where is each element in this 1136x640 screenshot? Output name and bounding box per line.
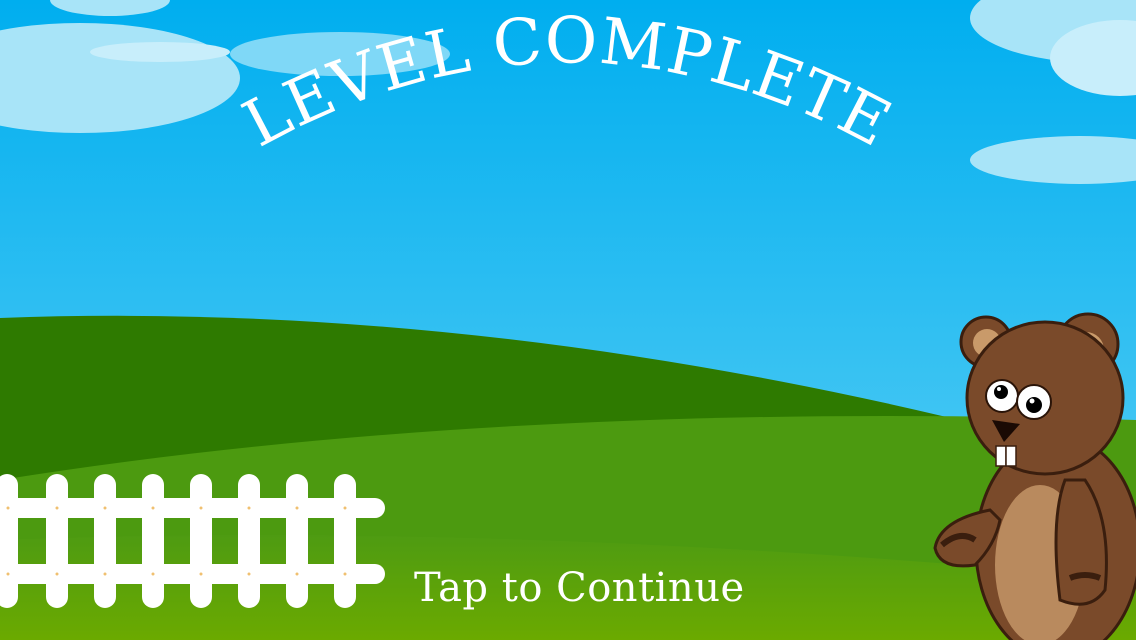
svg-text:LEVEL COMPLETE: LEVEL COMPLETE (232, 4, 903, 162)
title-banner: LEVEL COMPLETE (232, 4, 903, 162)
tap-to-continue-button[interactable]: Tap to Continue (414, 565, 745, 611)
game-scene[interactable]: LEVEL COMPLETE Tap to Continue (0, 0, 1136, 640)
level-complete-title: LEVEL COMPLETE (232, 4, 902, 162)
